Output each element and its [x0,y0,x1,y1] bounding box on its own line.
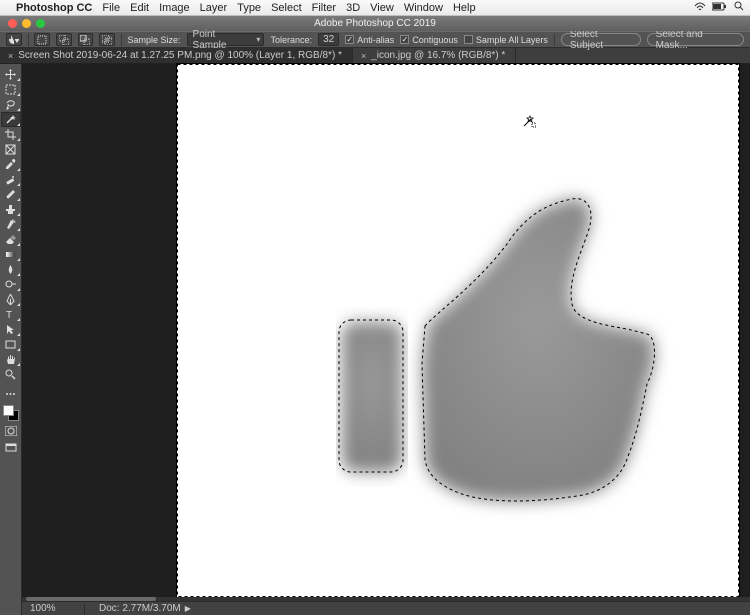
tolerance-label: Tolerance: [270,35,312,45]
menu-image[interactable]: Image [159,2,190,14]
clone-stamp-tool[interactable] [1,202,21,217]
menu-3d[interactable]: 3D [346,2,360,14]
hand-tool[interactable] [1,352,21,367]
zoom-tool[interactable] [1,367,21,382]
document-tab-label: _icon.jpg @ 16.7% (RGB/8*) * [371,50,505,61]
sample-size-select[interactable]: Point Sample [187,33,265,46]
window-title: Adobe Photoshop CC 2019 [0,18,750,29]
status-wifi-icon[interactable] [694,2,706,14]
menu-filter[interactable]: Filter [312,2,336,14]
selection-subtract-button[interactable] [78,33,94,46]
lasso-tool[interactable] [1,97,21,112]
dodge-tool[interactable] [1,277,21,292]
tools-panel: T [0,64,22,615]
menu-file[interactable]: File [102,2,120,14]
menu-type[interactable]: Type [237,2,261,14]
close-tab-icon[interactable]: × [361,51,366,61]
menu-window[interactable]: Window [404,2,443,14]
quick-mask-button[interactable] [1,424,21,438]
eraser-tool[interactable] [1,232,21,247]
tool-options-bar: Sample Size: Point Sample Tolerance: 32 … [0,31,750,48]
frame-tool[interactable] [1,142,21,157]
sample-all-layers-checkbox[interactable]: Sample All Layers [464,35,548,45]
menu-edit[interactable]: Edit [130,2,149,14]
menu-layer[interactable]: Layer [200,2,228,14]
svg-text:T: T [6,310,12,320]
foreground-color-swatch[interactable] [3,405,14,416]
selection-intersect-button[interactable] [99,33,115,46]
document-canvas[interactable] [177,64,739,597]
anti-alias-checkbox[interactable]: Anti-alias [345,35,394,45]
app-name[interactable]: Photoshop CC [16,2,92,14]
document-tab[interactable]: × _icon.jpg @ 16.7% (RGB/8*) * [353,48,516,63]
status-bar: 100% Doc: 2.77M/3.70M▶ [22,601,750,615]
selection-new-button[interactable] [34,33,50,46]
close-tab-icon[interactable]: × [8,51,13,61]
rectangle-tool[interactable] [1,337,21,352]
marquee-tool[interactable] [1,82,21,97]
selection-add-button[interactable] [56,33,72,46]
sample-size-label: Sample Size: [128,35,181,45]
macos-menu-bar: Photoshop CC File Edit Image Layer Type … [0,0,750,16]
selection-marquee [177,64,739,597]
history-brush-tool[interactable] [1,217,21,232]
move-tool[interactable] [1,67,21,82]
doc-size[interactable]: Doc: 2.77M/3.70M▶ [99,603,191,614]
document-tab-label: Screen Shot 2019-06-24 at 1.27.25 PM.png… [18,50,342,61]
healing-brush-tool[interactable] [1,172,21,187]
menu-help[interactable]: Help [453,2,476,14]
window-title-bar: Adobe Photoshop CC 2019 [0,16,750,31]
status-search-icon[interactable] [734,1,744,14]
color-swatches[interactable] [3,405,19,421]
canvas-area[interactable] [22,64,750,615]
select-and-mask-button[interactable]: Select and Mask... [647,33,744,46]
magic-wand-tool[interactable] [1,112,21,127]
select-subject-button[interactable]: Select Subject [561,33,641,46]
eyedropper-tool[interactable] [1,157,21,172]
brush-tool[interactable] [1,187,21,202]
blur-tool[interactable] [1,262,21,277]
tolerance-input[interactable]: 32 [318,33,339,46]
zoom-level[interactable]: 100% [30,603,70,614]
menu-view[interactable]: View [370,2,394,14]
type-tool[interactable]: T [1,307,21,322]
pen-tool[interactable] [1,292,21,307]
tool-preset-picker[interactable] [6,33,22,46]
document-tab[interactable]: × Screen Shot 2019-06-24 at 1.27.25 PM.p… [0,48,353,63]
gradient-tool[interactable] [1,247,21,262]
contiguous-checkbox[interactable]: Contiguous [400,35,458,45]
screen-mode-button[interactable] [1,441,21,455]
status-battery-icon[interactable] [712,2,728,14]
edit-toolbar-button[interactable] [1,386,21,401]
menu-select[interactable]: Select [271,2,302,14]
path-selection-tool[interactable] [1,322,21,337]
crop-tool[interactable] [1,127,21,142]
document-tab-bar: × Screen Shot 2019-06-24 at 1.27.25 PM.p… [0,48,750,64]
